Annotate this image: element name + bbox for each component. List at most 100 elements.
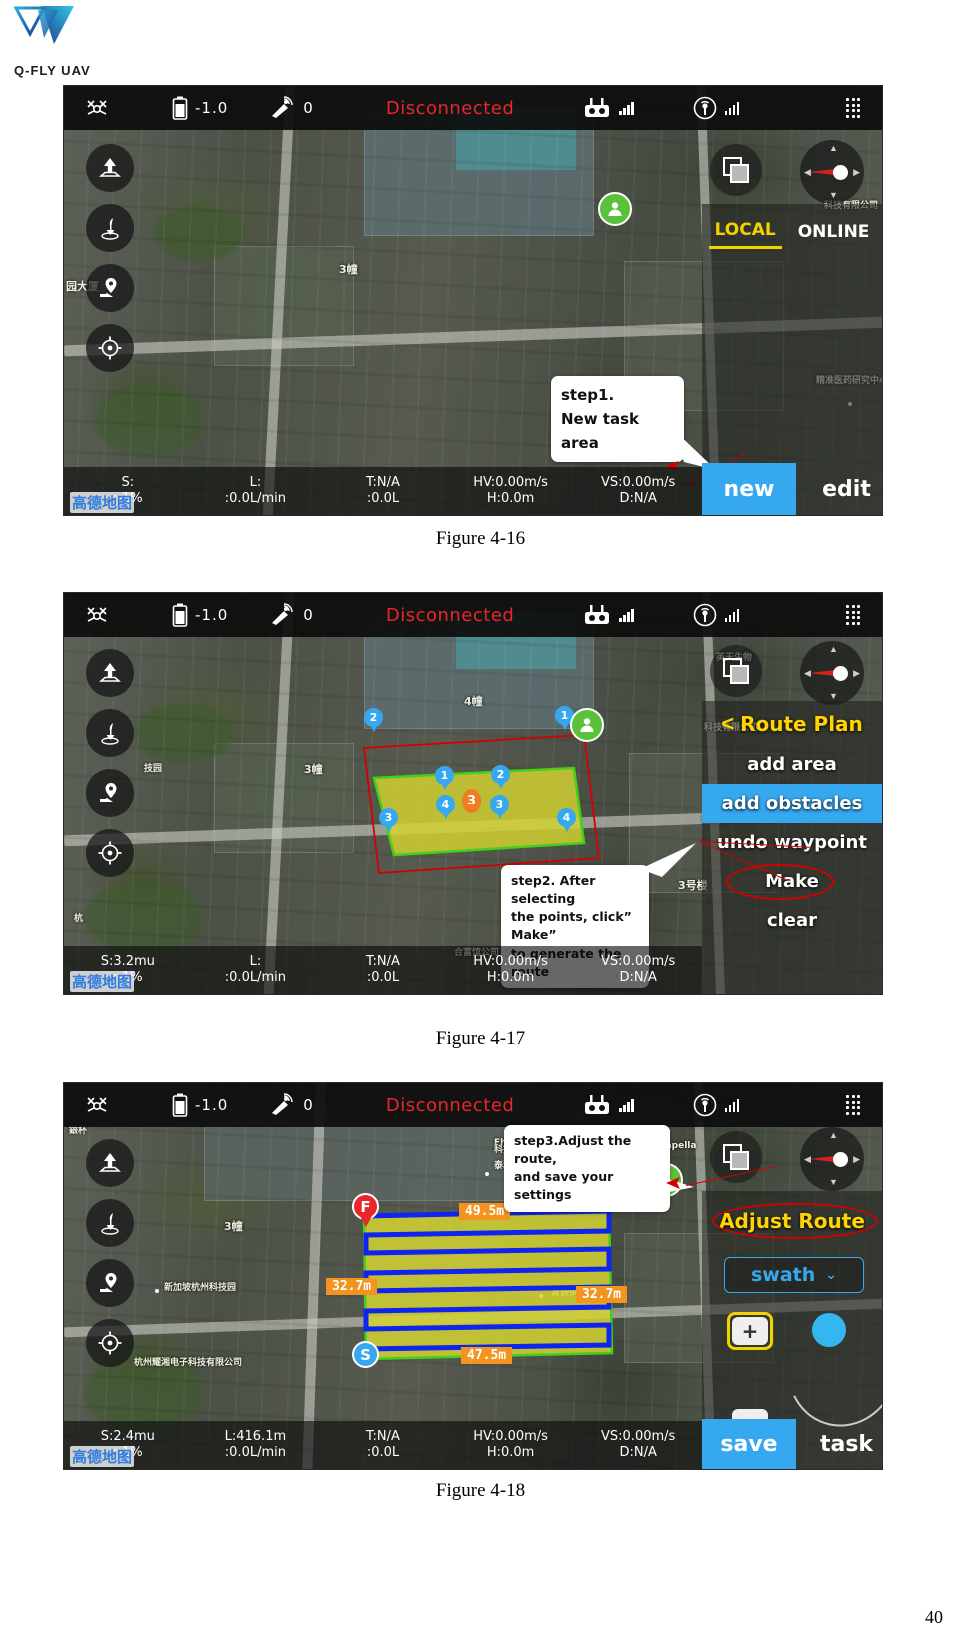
brand-logo: Q-FLY UAV	[8, 4, 128, 78]
telemetry-cell: HV:0.00m/s H:0.0m	[447, 954, 575, 987]
task-button[interactable]: task	[809, 1419, 882, 1469]
telemetry-cell: HV:0.00m/s H:0.0m	[447, 1429, 575, 1462]
remote-controller-icon	[585, 1095, 610, 1114]
figure-caption-4-16: Figure 4-16	[435, 528, 526, 549]
takeoff-button[interactable]	[86, 649, 134, 697]
takeoff-arrow-up-icon	[99, 663, 121, 682]
telemetry-cell: L:416.1m :0.0L/min	[192, 1429, 320, 1462]
waypoint-marker[interactable]: 2	[491, 765, 510, 791]
route-start-marker[interactable]: S	[352, 1341, 379, 1368]
dimension-right: 32.7m	[576, 1286, 628, 1303]
battery-value: -1.0	[195, 99, 229, 117]
telemetry-cell: L: :0.0L/min	[192, 954, 320, 987]
land-button[interactable]	[86, 709, 134, 757]
map-label: 3幢	[339, 263, 358, 276]
boundary-waypoint-marker[interactable]: 4	[557, 808, 576, 834]
new-button[interactable]: new	[702, 463, 796, 515]
crosshair-target-icon	[98, 1331, 122, 1355]
edit-button[interactable]: edit	[809, 463, 882, 515]
waypoint-label: 4	[557, 808, 576, 827]
boundary-waypoint-marker[interactable]: 2	[364, 708, 383, 734]
tab-online[interactable]: ONLINE	[792, 218, 876, 248]
waypoint-marker[interactable]: 1	[435, 766, 454, 792]
waypoint-marker[interactable]: 3	[490, 795, 509, 821]
battery-icon	[172, 603, 188, 627]
waypoint-marker[interactable]: 4	[436, 795, 455, 821]
callout-line: step1.	[561, 386, 615, 404]
telemetry-top: L:	[249, 953, 262, 969]
building-roof	[214, 246, 354, 366]
save-button[interactable]: save	[702, 1419, 796, 1469]
telemetry-bottom: H:0.0m	[486, 491, 535, 506]
drone-status	[84, 605, 110, 625]
telemetry-top: HV:0.00m/s	[473, 953, 548, 969]
menu-dots-icon[interactable]	[846, 98, 860, 118]
waypoint-marker-active[interactable]: 3	[462, 789, 481, 815]
boundary-waypoint-marker[interactable]: 3	[379, 808, 398, 834]
user-location-marker[interactable]	[598, 192, 632, 226]
telemetry-cell: T:N/A :0.0L	[319, 475, 447, 508]
compass-needle-icon: ▲ ▼ ◀ ▶	[804, 1130, 860, 1187]
satellite-dish-icon	[272, 96, 293, 118]
land-button[interactable]	[86, 1199, 134, 1247]
waypoint-label: 3	[462, 789, 481, 813]
remote-controller-icon	[585, 98, 610, 117]
waypoint-button[interactable]	[86, 1259, 134, 1307]
waypoint-label: 2	[491, 765, 510, 784]
map-layers-button[interactable]	[710, 144, 762, 196]
land-button[interactable]	[86, 204, 134, 252]
telemetry-top: HV:0.00m/s	[473, 1428, 548, 1444]
rc-broadcast-icon	[693, 603, 717, 627]
telemetry-top: T:N/A	[366, 953, 400, 969]
telemetry-top: T:N/A	[366, 474, 400, 490]
map-layers-button[interactable]	[710, 645, 762, 697]
takeoff-button[interactable]	[86, 144, 134, 192]
locate-button[interactable]	[86, 324, 134, 372]
waypoint-button[interactable]	[86, 769, 134, 817]
app-screenshot-fig-4-16: 3幢 园大厦 科技有限公司 精准医药研究中心 -1.0	[63, 85, 883, 516]
road	[262, 86, 296, 515]
rc-status	[582, 604, 634, 626]
waypoint-label: 3	[490, 795, 509, 814]
waypoint-button[interactable]	[86, 264, 134, 312]
user-location-marker[interactable]	[570, 708, 604, 742]
route-finish-marker[interactable]: F	[352, 1193, 379, 1220]
figure-caption-4-18: Figure 4-18	[435, 1480, 526, 1501]
locate-button[interactable]	[86, 829, 134, 877]
clear-item[interactable]: clear	[702, 901, 882, 940]
telemetry-bottom: :0.0L/min	[224, 491, 286, 506]
takeoff-button[interactable]	[86, 1139, 134, 1187]
tab-local[interactable]: LOCAL	[708, 216, 782, 249]
telemetry-bottom: D:N/A	[619, 970, 657, 985]
make-item[interactable]: Make	[702, 862, 882, 901]
telemetry-bar: S: :-1% L: :0.0L/min T:N/A :0.0L HV:0.00…	[64, 467, 702, 515]
satellite-dish-icon	[272, 603, 293, 625]
takeoff-arrow-up-icon	[99, 1153, 121, 1172]
compass-control[interactable]: ▲ ▼ ◀ ▶	[800, 641, 864, 705]
locate-button[interactable]	[86, 1319, 134, 1367]
signal-bars-icon	[619, 1098, 634, 1112]
telemetry-top: S:3.2mu	[100, 953, 155, 969]
dimension-top: 49.5m	[459, 1203, 511, 1220]
signal-bars-icon	[619, 101, 634, 115]
map-pin-icon	[100, 1273, 117, 1292]
compass-control[interactable]: ▲ ▼ ◀ ▶	[800, 1127, 864, 1191]
add-obstacles-item[interactable]: add obstacles	[702, 784, 882, 823]
crosshair-target-icon	[98, 841, 122, 865]
chevron-left-icon[interactable]: <	[721, 711, 734, 737]
menu-dots-icon[interactable]	[846, 1095, 860, 1115]
telemetry-top: L:	[249, 474, 262, 490]
dimension-left: 32.7m	[326, 1278, 378, 1295]
battery-status: -1.0	[172, 96, 228, 120]
menu-dots-icon[interactable]	[846, 605, 860, 625]
remote-controller-icon	[585, 605, 610, 624]
source-tabs: LOCAL ONLINE	[702, 204, 882, 249]
signal-bars-icon	[724, 608, 740, 622]
compass-control[interactable]: ▲ ▼ ◀ ▶	[800, 140, 864, 204]
pointer-arrow-head	[666, 1177, 680, 1189]
battery-icon	[172, 1093, 188, 1117]
telemetry-top: S:	[121, 474, 135, 490]
swath-select[interactable]: swath ⌄	[724, 1257, 864, 1293]
add-area-item[interactable]: add area	[702, 745, 882, 784]
map-layers-icon	[723, 1144, 749, 1170]
